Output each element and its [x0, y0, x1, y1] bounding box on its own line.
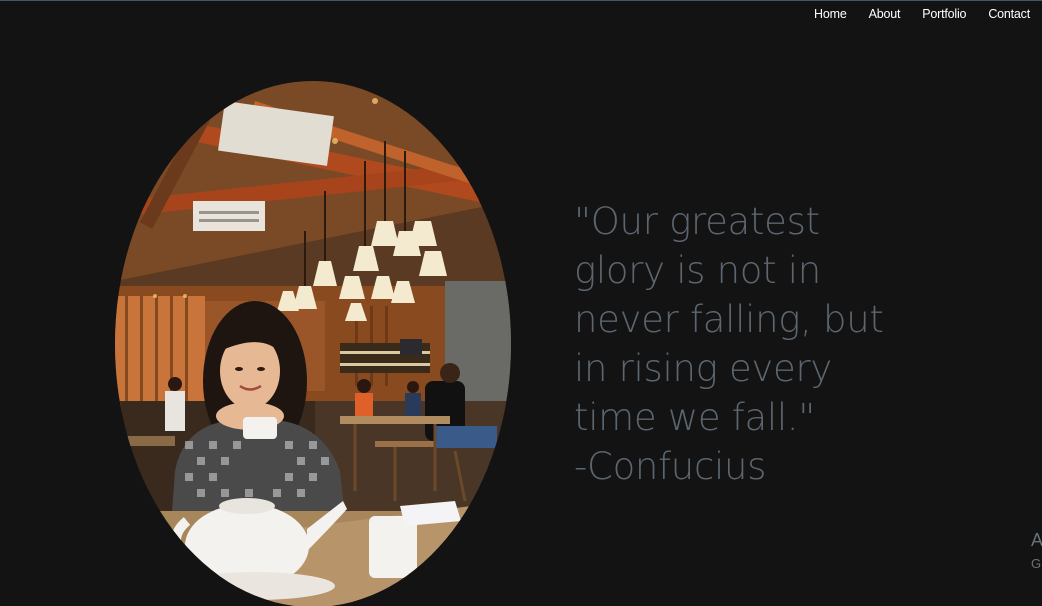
quote-author: -Confucius [574, 445, 767, 488]
quote-line: in rising every [574, 347, 832, 390]
nav-contact-link[interactable]: Contact [988, 7, 1030, 21]
quote-block: "Our greatest glory is not in never fall… [574, 197, 894, 491]
top-border [0, 0, 1042, 1]
nav-about-link[interactable]: About [869, 7, 901, 21]
quote-line: time we fall." [574, 396, 815, 439]
nav-home-link[interactable]: Home [814, 7, 847, 21]
quote-line: glory is not in [574, 249, 821, 292]
offscreen-subtext: G [1031, 556, 1042, 571]
nav-portfolio-link[interactable]: Portfolio [922, 7, 966, 21]
top-nav: Home About Portfolio Contact [792, 7, 1030, 21]
offscreen-heading: A [1031, 530, 1042, 550]
quote-line: never falling, but [574, 298, 884, 341]
quote-line: "Our greatest [574, 200, 820, 243]
page: Home About Portfolio Contact "Our greate… [0, 0, 1042, 606]
profile-photo [115, 81, 511, 606]
